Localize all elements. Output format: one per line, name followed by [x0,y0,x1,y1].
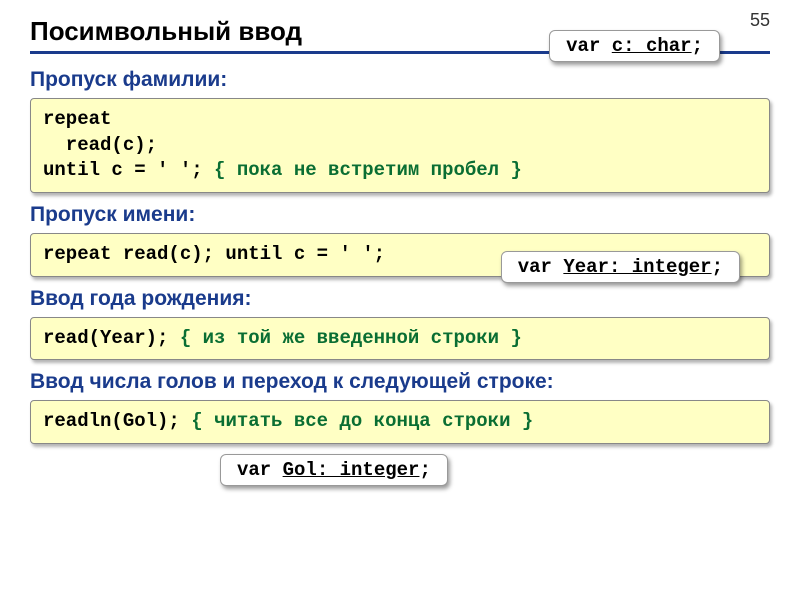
section-skip-surname: Пропуск фамилии: var c: char; repeat rea… [30,68,770,193]
heading-gol: Ввод числа голов и переход к следующей с… [30,370,770,394]
heading-skip-surname: Пропуск фамилии: [30,68,770,92]
var-keyword: var [518,256,564,278]
var-declaration-year: var Year: integer; [501,251,740,283]
var-declaration-c: var c: char; [549,30,720,62]
var-declaration-gol: var Gol: integer; [220,454,448,486]
var-keyword: var [566,35,612,57]
var-gol-suffix: ; [419,459,430,481]
code-text: repeat read(c); until c = ' '; [43,108,214,181]
heading-skip-name: Пропуск имени: [30,203,770,227]
code-year: read(Year); { из той же введенной строки… [30,317,770,361]
var-gol-decl: Gol: integer [283,459,420,481]
code-comment: { из той же введенной строки } [180,327,522,349]
page-number: 55 [750,10,770,31]
var-keyword: var [237,459,283,481]
code-text: read(Year); [43,327,180,349]
var-year-suffix: ; [712,256,723,278]
heading-year: Ввод года рождения: [30,287,770,311]
code-text: repeat read(c); until c = ' '; [43,243,385,265]
code-comment: { пока не встретим пробел } [214,159,522,181]
var-c-suffix: ; [692,35,703,57]
section-gol: Ввод числа голов и переход к следующей с… [30,370,770,444]
var-year-decl: Year: integer [563,256,711,278]
code-gol: readln(Gol); { читать все до конца строк… [30,400,770,444]
var-c-decl: c: char [612,35,692,57]
code-text: readln(Gol); [43,410,191,432]
code-comment: { читать все до конца строки } [191,410,533,432]
code-skip-surname: repeat read(c); until c = ' '; { пока не… [30,98,770,193]
section-year: Ввод года рождения: var Year: integer; r… [30,287,770,361]
